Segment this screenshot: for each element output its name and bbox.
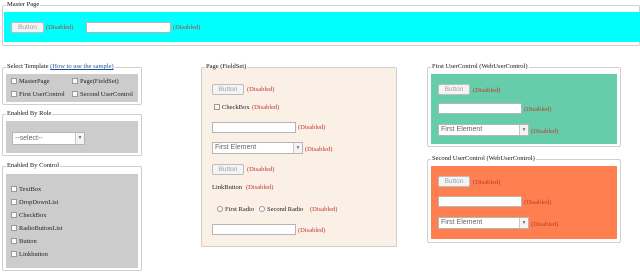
page-checkbox-disabled-label: (Disabled)	[252, 104, 280, 111]
masterpage-checkbox[interactable]	[11, 78, 17, 84]
second-usercontrol-checkbox-label: Second UserControl	[80, 91, 133, 98]
first-uc-select-disabled-label: (Disabled)	[531, 128, 559, 135]
dropdownlist-control-label: DropDownList	[19, 199, 59, 206]
first-radio-label: First Radio	[225, 206, 255, 213]
page-select[interactable]: First Element ▼	[212, 142, 303, 154]
page-textbox-disabled-label: (Disabled)	[298, 124, 326, 131]
page-radio-disabled-label: (Disabled)	[310, 206, 338, 213]
masterpage-checkbox-label: MasterPage	[19, 78, 50, 85]
page-fieldset-legend: Page (FieldSet)	[206, 63, 247, 70]
page-linkbutton[interactable]: LinkButton	[212, 184, 242, 191]
radiobuttonlist-control-label: RadioButtonList	[19, 225, 63, 232]
second-uc-textbox-disabled-label: (Disabled)	[524, 199, 552, 206]
page-button-2[interactable]: Button	[212, 164, 244, 175]
page-button[interactable]: Button	[212, 84, 244, 95]
checkbox-control-label: CheckBox	[19, 212, 47, 219]
master-textbox-disabled-label: (Disabled)	[173, 24, 201, 31]
button-control-checkbox[interactable]	[11, 238, 17, 244]
first-radio[interactable]	[217, 206, 223, 212]
page-fieldset-checkbox-label: Page(FieldSet)	[80, 78, 119, 85]
first-usercontrol-checkbox[interactable]	[11, 91, 17, 97]
chevron-down-icon: ▼	[293, 143, 302, 153]
first-uc-textbox[interactable]	[438, 103, 522, 114]
page-linkbutton-disabled-label: (Disabled)	[246, 184, 274, 191]
select-template-legend: Select Template (How to use the sample)	[7, 63, 114, 70]
page-checkbox-label: CheckBox	[222, 104, 250, 111]
first-uc-button[interactable]: Button	[438, 84, 470, 95]
master-textbox[interactable]	[86, 22, 171, 33]
second-uc-textbox[interactable]	[438, 196, 522, 207]
linkbutton-control-label: Linkbutton	[19, 251, 48, 258]
button-control-label: Button	[19, 238, 37, 245]
radiobuttonlist-control-checkbox[interactable]	[11, 225, 17, 231]
first-uc-textbox-disabled-label: (Disabled)	[524, 106, 552, 113]
first-usercontrol-checkbox-label: First UserControl	[19, 91, 65, 98]
chevron-down-icon: ▼	[519, 218, 528, 228]
first-uc-select[interactable]: First Element ▼	[438, 124, 529, 136]
page-textbox[interactable]	[212, 122, 296, 133]
master-page-legend: Master Page	[7, 1, 40, 8]
role-select-value: --select--	[15, 135, 43, 142]
second-uc-select[interactable]: First Element ▼	[438, 217, 529, 229]
page-textbox-2[interactable]	[212, 224, 296, 235]
second-radio[interactable]	[259, 206, 265, 212]
page-button-disabled-label: (Disabled)	[247, 86, 275, 93]
first-usercontrol-legend: First UserControl (WebUserControl)	[432, 63, 528, 70]
second-usercontrol-checkbox[interactable]	[72, 91, 78, 97]
master-button[interactable]: Button	[11, 22, 44, 33]
how-to-use-link[interactable]: (How to use the sample)	[50, 63, 114, 70]
page-textbox-2-disabled-label: (Disabled)	[298, 227, 326, 234]
master-button-disabled-label: (Disabled)	[46, 24, 74, 31]
second-uc-select-value: First Element	[441, 219, 483, 226]
page-select-disabled-label: (Disabled)	[305, 146, 333, 153]
chevron-down-icon: ▼	[519, 125, 528, 135]
role-select[interactable]: --select-- ▼	[12, 132, 85, 145]
chevron-down-icon: ▼	[75, 133, 84, 144]
enabled-by-control-legend: Enabled By Control	[7, 162, 59, 169]
second-radio-label: Second Radio	[267, 206, 304, 213]
page-fieldset-checkbox[interactable]	[72, 78, 78, 84]
dropdownlist-control-checkbox[interactable]	[11, 199, 17, 205]
textbox-control-checkbox[interactable]	[11, 186, 17, 192]
linkbutton-control-checkbox[interactable]	[11, 251, 17, 257]
textbox-control-label: TextBox	[19, 186, 42, 193]
second-uc-button[interactable]: Button	[438, 176, 470, 187]
checkbox-control-checkbox[interactable]	[11, 212, 17, 218]
first-uc-select-value: First Element	[441, 126, 483, 133]
page-select-value: First Element	[215, 144, 257, 151]
second-usercontrol-legend: Second UserControl (WebUserControl)	[432, 155, 535, 162]
second-uc-button-disabled-label: (Disabled)	[473, 179, 501, 186]
second-uc-select-disabled-label: (Disabled)	[531, 221, 559, 228]
enabled-by-role-legend: Enabled By Role	[7, 110, 52, 117]
first-uc-button-disabled-label: (Disabled)	[473, 87, 501, 94]
page-checkbox[interactable]	[214, 104, 220, 110]
page-button-2-disabled-label: (Disabled)	[247, 166, 275, 173]
